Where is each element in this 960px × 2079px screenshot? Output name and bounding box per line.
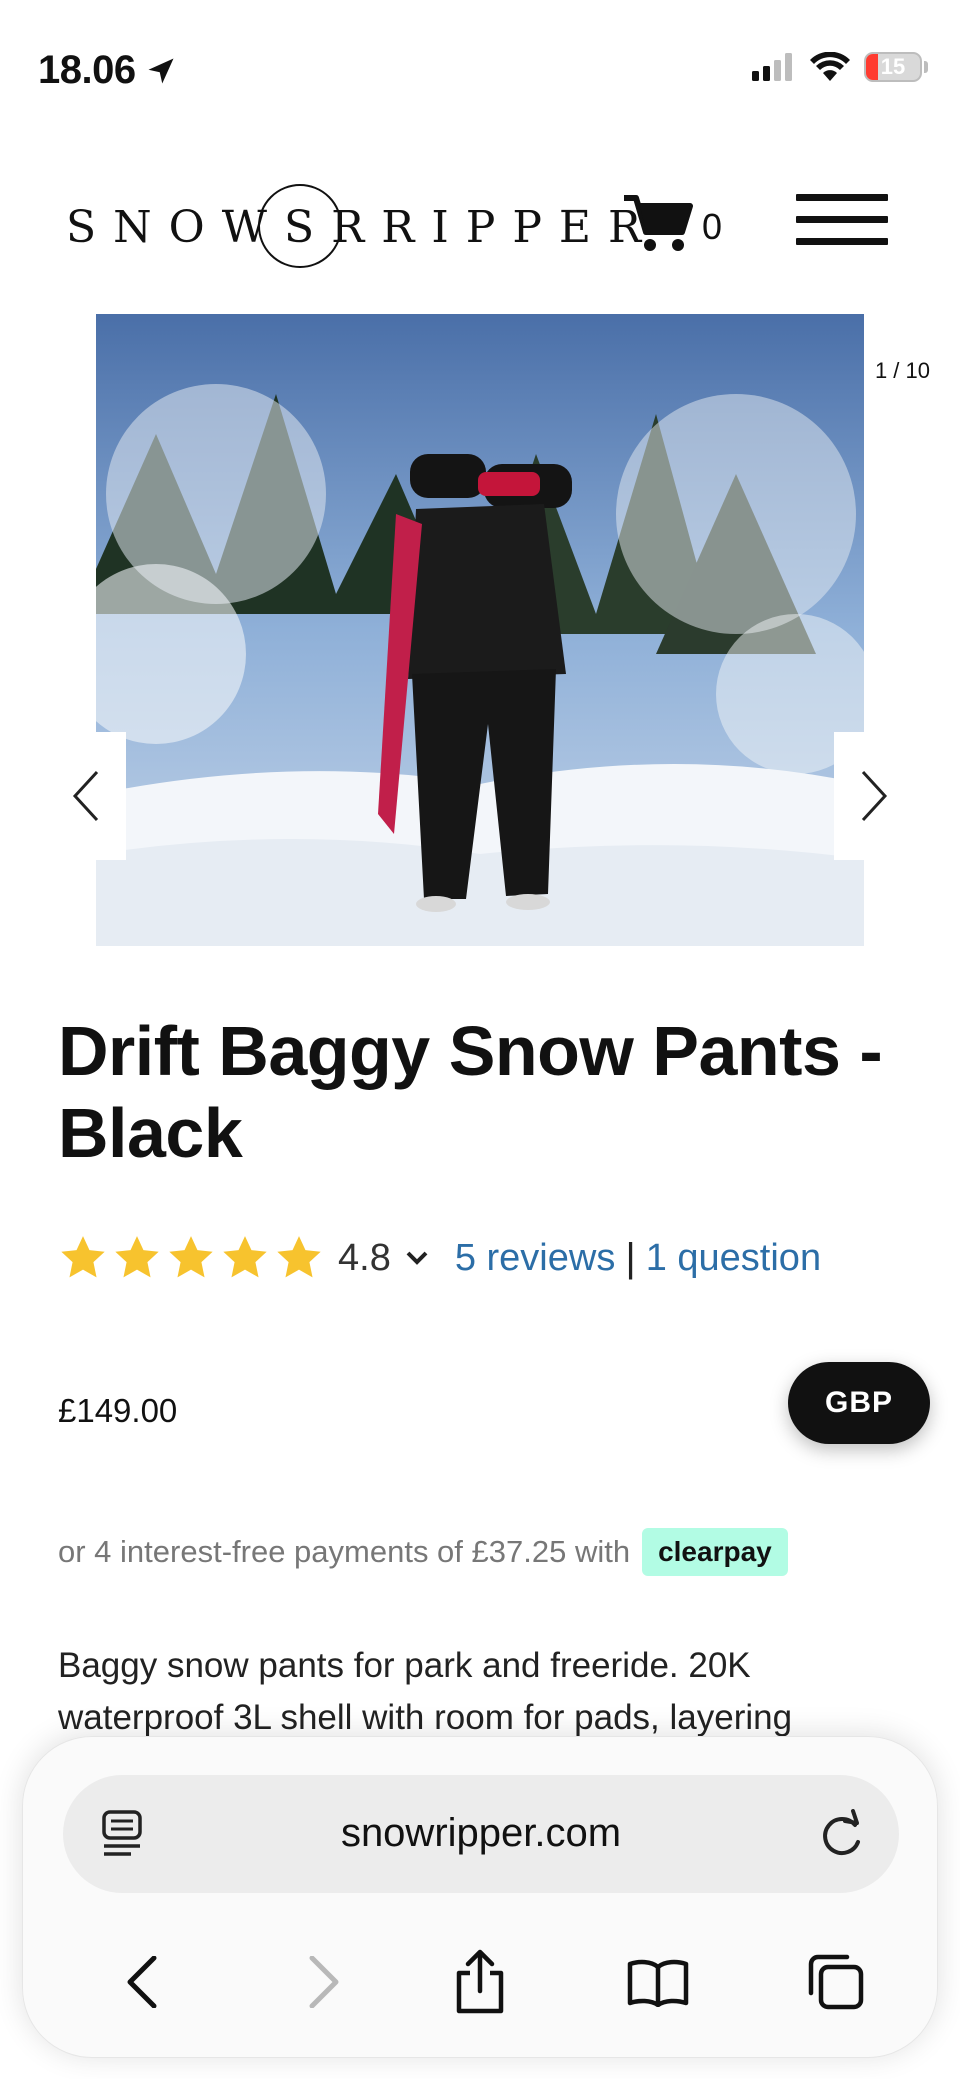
tabs-icon: [808, 1954, 864, 2010]
cart-icon: [624, 195, 693, 251]
star-rating[interactable]: [58, 1233, 324, 1283]
reload-button[interactable]: [819, 1809, 865, 1864]
forward-button[interactable]: [289, 1947, 359, 2017]
browser-toolbar: snowripper.com: [22, 1736, 938, 2058]
star-icon: [277, 1236, 321, 1278]
address-url[interactable]: snowripper.com: [63, 1811, 899, 1856]
star-icon: [169, 1236, 213, 1278]
product-title: Drift Baggy Snow Pants - Black: [58, 1012, 883, 1172]
site-logo[interactable]: SNOWSRRIPPER: [66, 180, 641, 272]
installment-text: or 4 interest-free payments of £37.25 wi…: [58, 1534, 631, 1569]
star-icon: [115, 1236, 159, 1278]
site-header: SNOWSRRIPPER 0: [0, 170, 960, 280]
questions-link[interactable]: 1 question: [646, 1237, 821, 1280]
product-gallery: 1 / 10: [0, 314, 960, 946]
reload-icon: [823, 1809, 860, 1856]
rating-value: 4.8: [338, 1236, 391, 1279]
status-icons: 15: [752, 52, 928, 82]
clearpay-badge[interactable]: clearpay: [642, 1528, 788, 1576]
share-button[interactable]: [445, 1947, 515, 2017]
cellular-signal-icon: [752, 53, 792, 81]
back-button[interactable]: [107, 1947, 177, 2017]
address-bar[interactable]: snowripper.com: [63, 1775, 899, 1893]
location-arrow-icon: [148, 58, 174, 83]
hamburger-menu-icon[interactable]: [796, 190, 888, 250]
reviews-link[interactable]: 5 reviews: [455, 1237, 616, 1280]
gallery-counter: 1 / 10: [874, 358, 930, 383]
cart-count: 0: [702, 206, 723, 247]
installment-info: or 4 interest-free payments of £37.25 wi…: [58, 1528, 788, 1576]
status-time-text: 18.06: [38, 48, 136, 92]
bookmarks-button[interactable]: [623, 1947, 693, 2017]
chevron-right-icon: [861, 770, 888, 822]
product-description: Baggy snow pants for park and freeride. …: [58, 1646, 793, 1737]
share-icon: [456, 1949, 504, 2014]
gallery-next-button[interactable]: [834, 732, 914, 860]
battery-level: 15: [880, 54, 906, 79]
gallery-prev-button[interactable]: [46, 732, 126, 860]
star-icon: [223, 1236, 267, 1278]
browser-nav-row: [23, 1927, 939, 2027]
tabs-button[interactable]: [801, 1947, 871, 2017]
forward-arrow-icon: [309, 1956, 339, 2008]
rating-separator: |: [625, 1235, 636, 1280]
rating-row: 4.8 5 reviews | 1 question: [58, 1228, 821, 1288]
bookmarks-icon: [627, 1959, 689, 2007]
currency-selector-button[interactable]: GBP: [788, 1362, 930, 1444]
status-bar: 18.06 15: [0, 0, 960, 130]
status-time: 18.06: [38, 48, 176, 93]
chevron-left-icon: [72, 770, 99, 822]
cart-button[interactable]: 0: [622, 192, 722, 254]
battery-icon: 15: [864, 52, 922, 82]
product-image[interactable]: [96, 314, 864, 946]
product-price: £149.00: [58, 1392, 178, 1429]
wifi-icon: [810, 52, 850, 81]
logo-text: SNOWSRRIPPER: [66, 202, 659, 253]
product-photo-illustration: [96, 314, 864, 946]
back-arrow-icon: [127, 1956, 157, 2008]
star-icon: [61, 1236, 105, 1278]
chevron-down-icon[interactable]: [405, 1250, 429, 1266]
